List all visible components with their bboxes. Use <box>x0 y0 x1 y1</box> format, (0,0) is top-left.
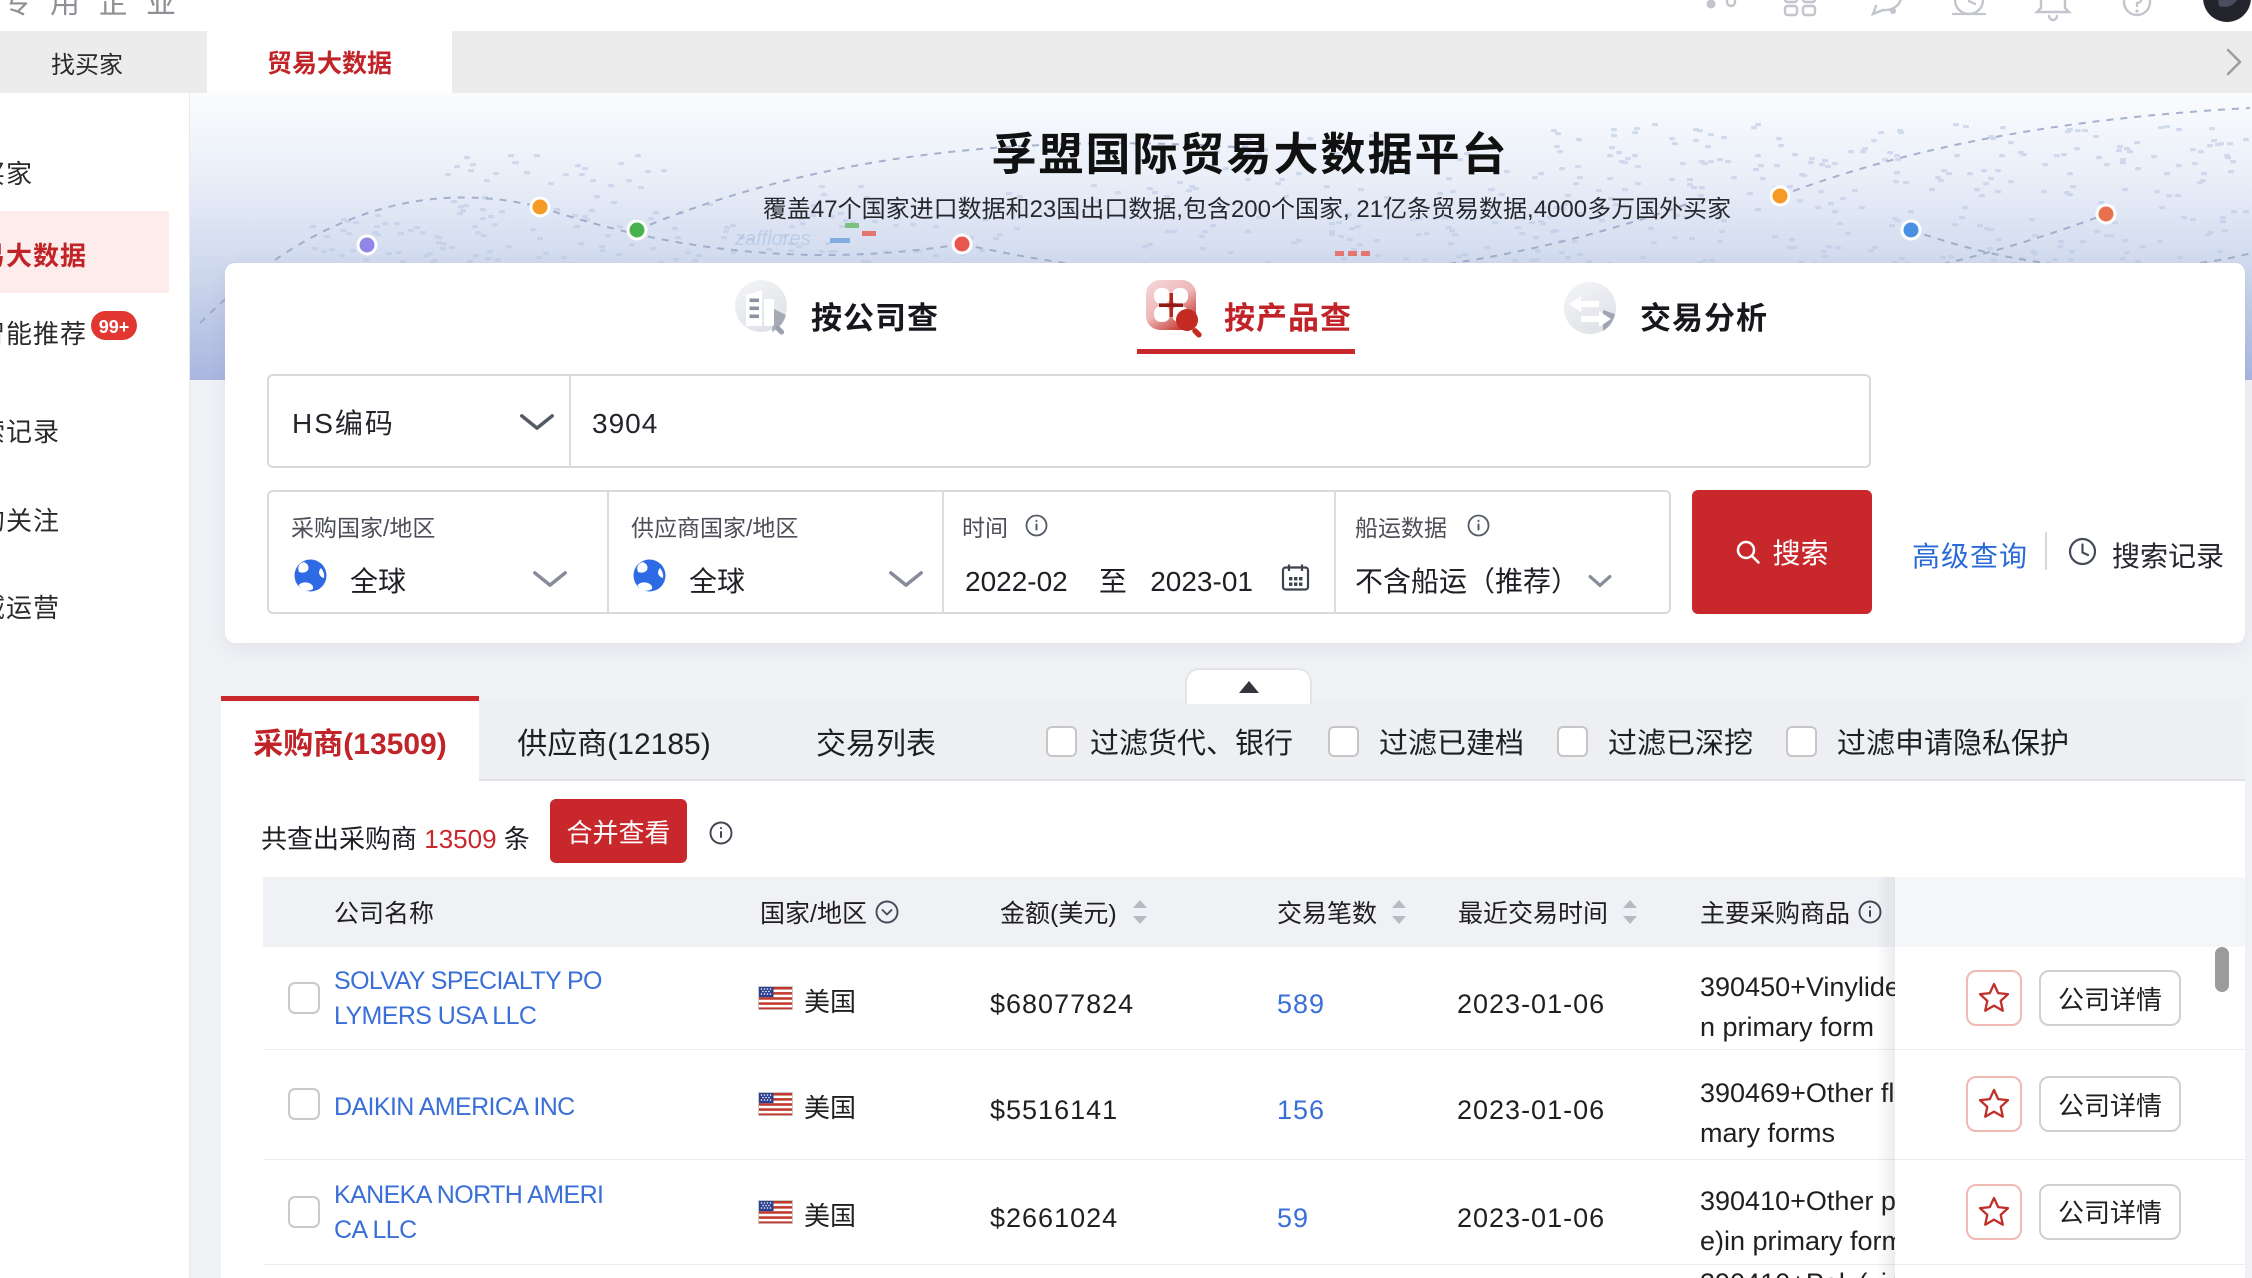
svg-text:zafflores: zafflores <box>734 222 811 251</box>
